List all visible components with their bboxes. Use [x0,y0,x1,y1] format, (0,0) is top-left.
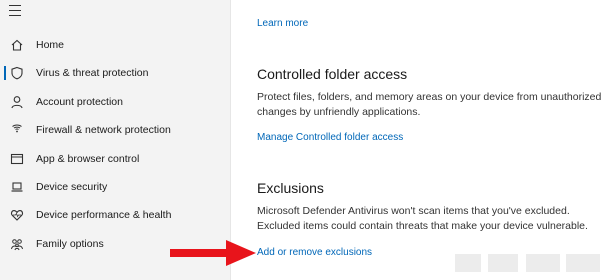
watermark-block [488,254,518,272]
heart-icon [7,205,27,225]
sidebar-item-firewall-network[interactable]: Firewall & network protection [0,116,229,144]
sidebar-item-label: Device security [36,181,108,193]
sidebar-item-label: Firewall & network protection [36,124,171,136]
sidebar-item-label: Family options [36,238,104,250]
sidebar-item-device-security[interactable]: Device security [0,173,229,201]
manage-controlled-folder-access-link[interactable]: Manage Controlled folder access [257,132,403,143]
person-icon [7,92,27,112]
laptop-icon [7,177,27,197]
hamburger-menu-icon[interactable] [9,5,25,19]
controlled-folder-description: Protect files, folders, and memory areas… [257,91,602,118]
family-icon [7,234,27,254]
sidebar-item-label: App & browser control [36,153,140,165]
window-icon [7,149,27,169]
add-or-remove-exclusions-link[interactable]: Add or remove exclusions [257,247,372,258]
sidebar-item-app-browser-control[interactable]: App & browser control [0,145,229,173]
shield-icon [7,63,27,83]
sidebar-item-label: Virus & threat protection [36,67,149,79]
section-title-controlled-folder-access: Controlled folder access [257,66,408,82]
watermark-block [566,254,600,272]
watermark-block [455,254,481,272]
sidebar-item-device-performance-health[interactable]: Device performance & health [0,201,229,229]
sidebar-item-virus-threat-protection[interactable]: Virus & threat protection [0,59,229,87]
sidebar-item-label: Home [36,39,65,51]
sidebar-item-label: Account protection [36,96,123,108]
learn-more-link[interactable]: Learn more [257,18,308,29]
home-icon [7,35,27,55]
section-title-exclusions: Exclusions [257,180,324,196]
sidebar-item-account-protection[interactable]: Account protection [0,88,229,116]
red-arrow-icon [170,240,256,266]
main-content: Learn more Controlled folder access Prot… [230,0,614,280]
wifi-icon [7,120,27,140]
exclusions-description: Microsoft Defender Antivirus won't scan … [257,205,588,232]
sidebar-item-home[interactable]: Home [0,31,229,59]
sidebar-item-label: Device performance & health [36,209,172,221]
watermark-block [526,254,560,272]
